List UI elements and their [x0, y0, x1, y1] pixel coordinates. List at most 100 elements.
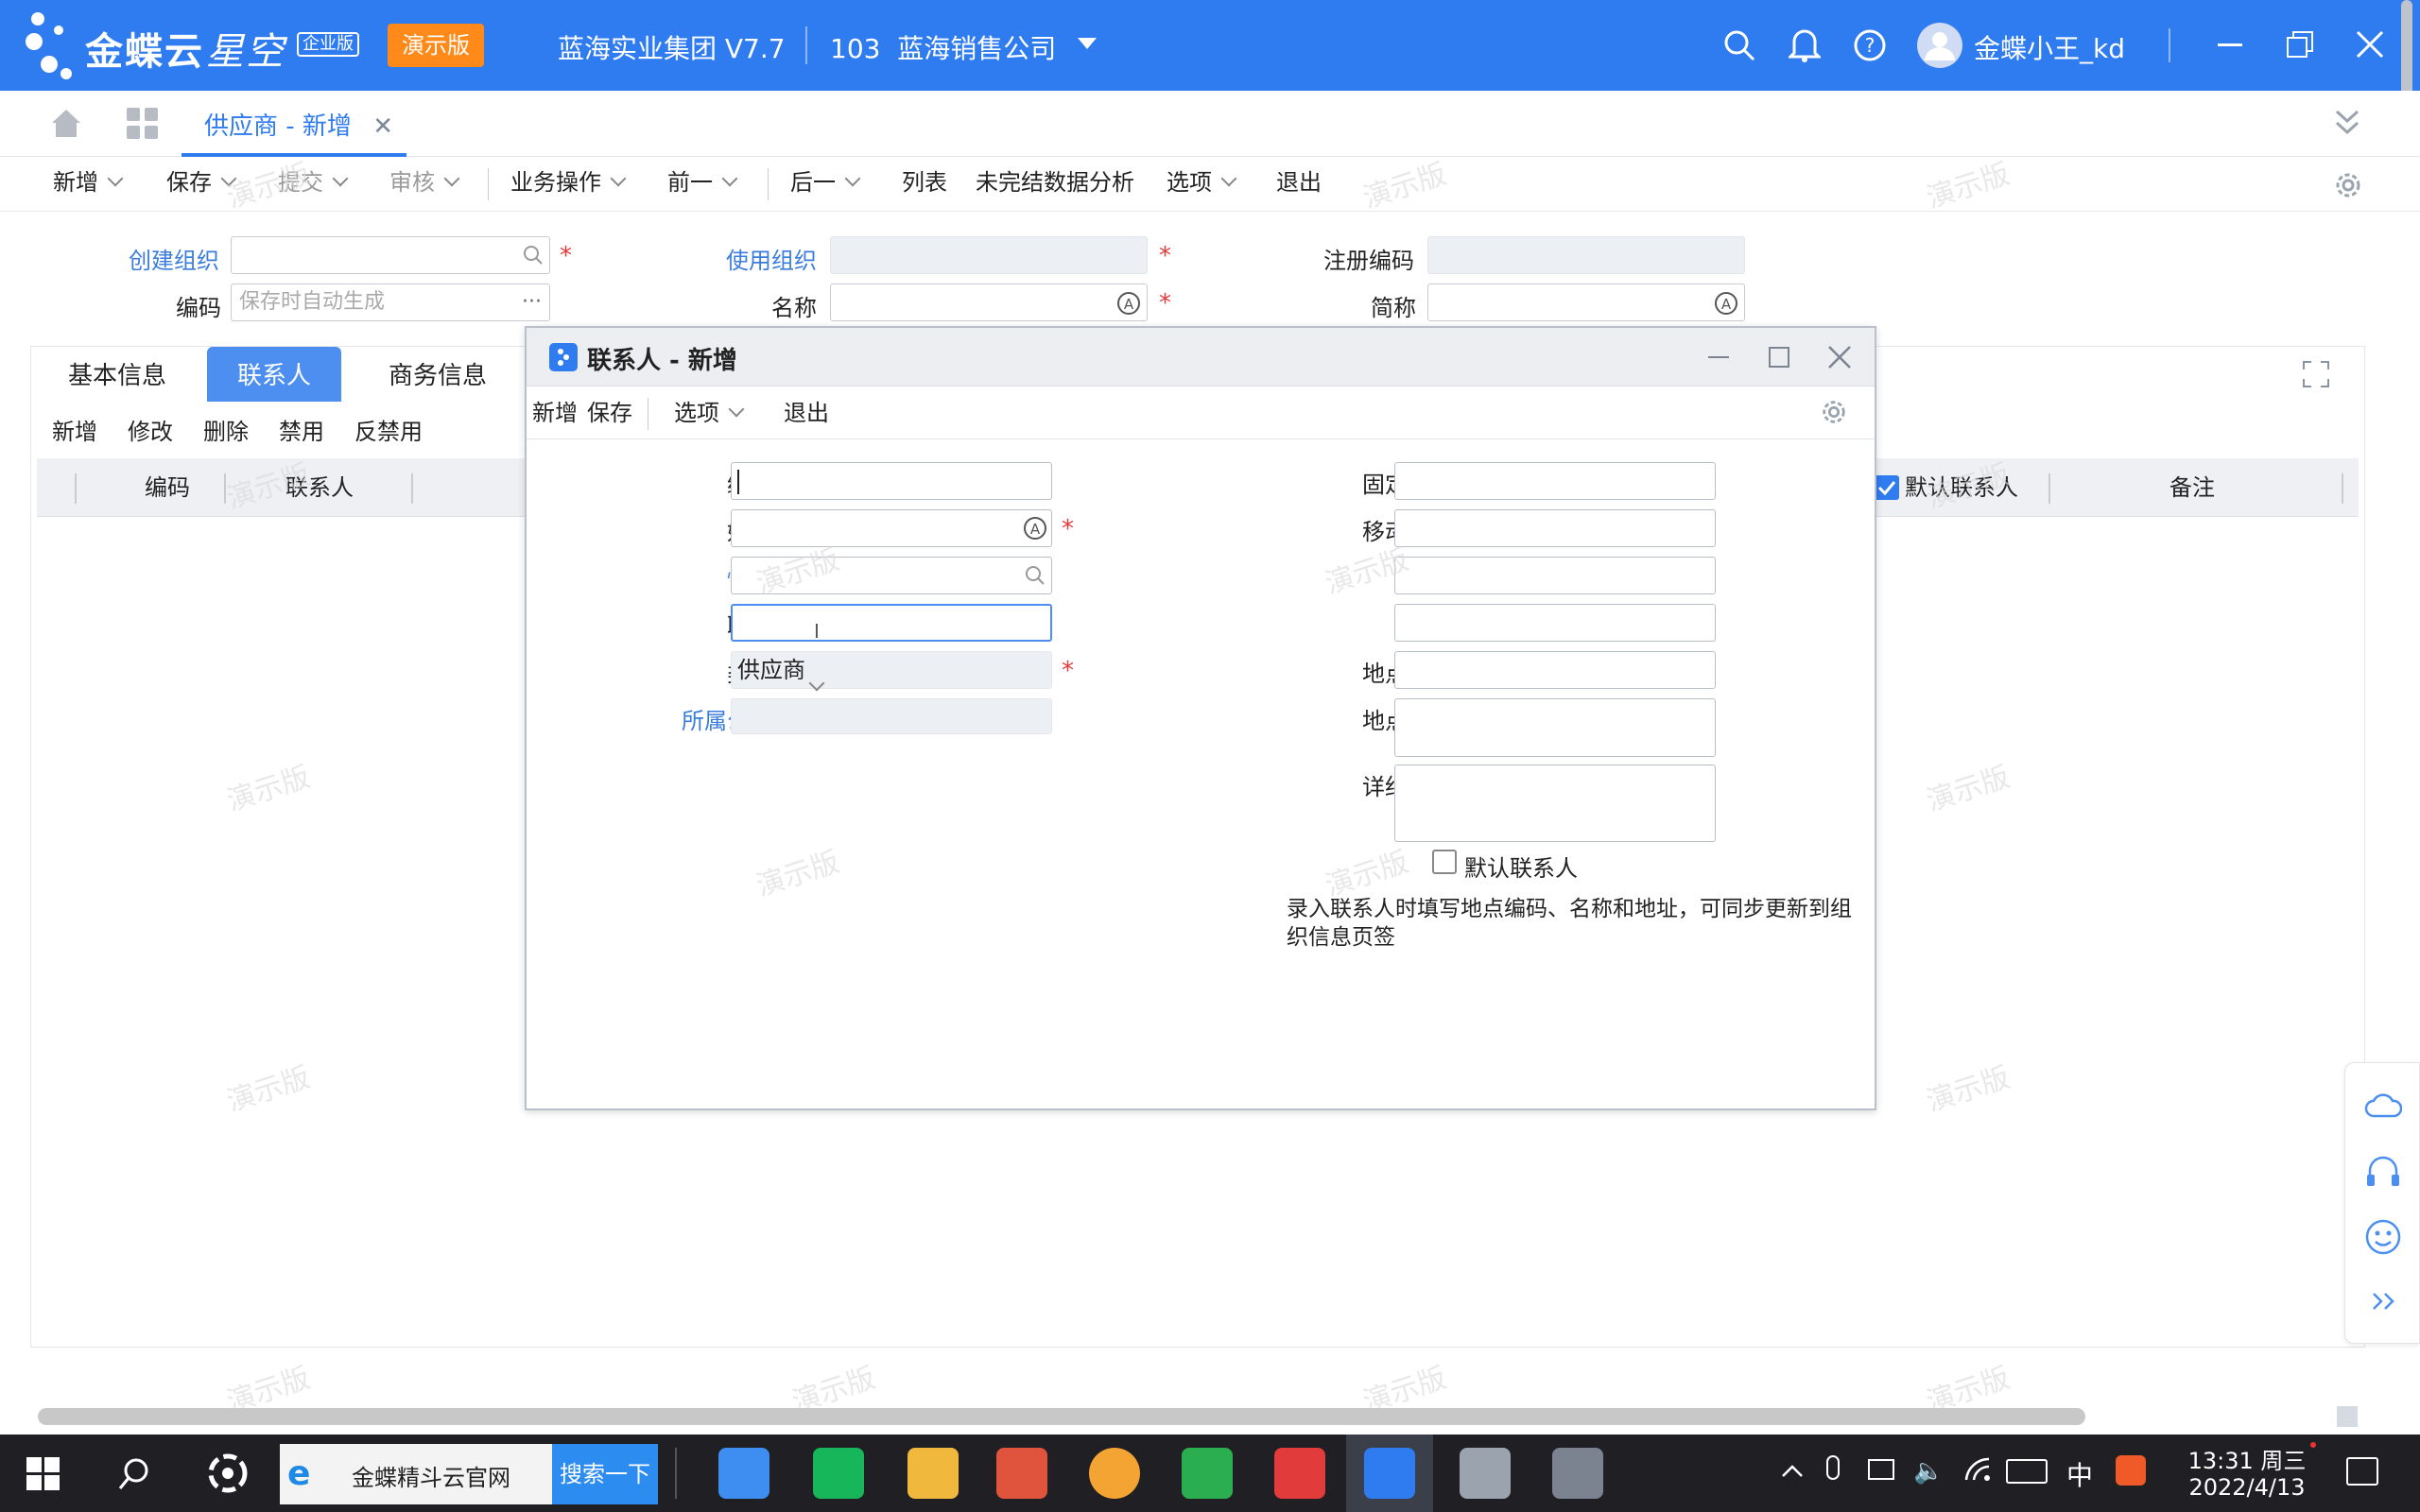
unfinished-analysis-button[interactable]: 未完结数据分析	[976, 157, 1134, 212]
browser-search-button[interactable]: 搜索一下	[552, 1444, 658, 1504]
submit-button[interactable]: 提交	[278, 157, 349, 212]
contact-enable-button[interactable]: 反禁用	[354, 413, 423, 446]
multilang-icon[interactable]: A	[1023, 516, 1047, 541]
apps-grid-icon[interactable]	[127, 108, 159, 140]
location-name-input[interactable]	[1394, 698, 1716, 757]
tab-business-info[interactable]: 商务信息	[353, 347, 523, 402]
phone-input[interactable]	[1394, 462, 1716, 500]
contact-delete-button[interactable]: 删除	[203, 413, 249, 446]
multilang-icon[interactable]: A	[1714, 291, 1738, 316]
dialog-close-icon[interactable]	[1827, 345, 1852, 369]
company-name[interactable]: 蓝海实业集团 V7.7	[558, 28, 786, 66]
prev-button[interactable]: 前一	[667, 157, 738, 212]
wps-office-icon[interactable]	[1274, 1448, 1325, 1499]
address-input[interactable]	[1394, 765, 1716, 842]
dialog-new-button[interactable]: 新增	[532, 387, 578, 439]
search-icon[interactable]	[1025, 565, 1046, 586]
tab-basic-info[interactable]: 基本信息	[37, 347, 198, 402]
app-swirl-icon[interactable]	[206, 1452, 250, 1495]
help-icon[interactable]: ?	[1853, 28, 1887, 62]
clock-date[interactable]: 2022/4/13	[2186, 1474, 2308, 1501]
expand-double-chevron-icon[interactable]	[2370, 1290, 2398, 1313]
column-contact[interactable]: 联系人	[228, 458, 411, 517]
business-ops-button[interactable]: 业务操作	[510, 157, 627, 212]
name-field[interactable]: A	[830, 284, 1148, 321]
short-name-field[interactable]: A	[1427, 284, 1745, 321]
ime-indicator[interactable]: 中	[2066, 1455, 2093, 1493]
collapse-tabs-icon[interactable]	[2333, 108, 2361, 136]
user-name[interactable]: 金蝶小王_kd	[1974, 28, 2125, 66]
user-avatar[interactable]	[1917, 23, 1962, 68]
multilang-icon[interactable]: A	[1116, 291, 1141, 316]
contact-name-input[interactable]: A	[731, 509, 1052, 547]
dialog-exit-button[interactable]: 退出	[784, 387, 829, 439]
feishu-icon[interactable]	[718, 1448, 769, 1499]
active-app-highlight[interactable]	[1346, 1435, 1433, 1512]
code-field[interactable]: 保存时自动生成 ···	[231, 284, 550, 321]
type-select[interactable]: 供应商	[731, 651, 1052, 692]
job-title-input[interactable]: I	[731, 604, 1052, 643]
dialog-settings-gear-icon[interactable]	[1820, 398, 1848, 426]
iqiyi-icon[interactable]	[813, 1448, 864, 1499]
contact-code-input[interactable]	[731, 462, 1052, 500]
file-explorer-icon[interactable]	[908, 1448, 959, 1499]
horizontal-scrollbar[interactable]	[38, 1408, 2085, 1425]
options-button[interactable]: 选项	[1167, 157, 1237, 212]
location-code-input[interactable]	[1394, 651, 1716, 689]
restore-icon[interactable]	[2286, 30, 2314, 59]
tab-supplier-new[interactable]: 供应商 - 新增 ✕	[182, 91, 406, 157]
settings-gear-icon[interactable]	[2333, 170, 2363, 200]
volume-icon[interactable]: 🔈	[1913, 1457, 1944, 1486]
more-icon[interactable]: ···	[522, 284, 542, 320]
default-contact-label[interactable]: 默认联系人	[1464, 850, 1578, 883]
default-contact-checkbox[interactable]	[1875, 475, 1899, 500]
wechat-icon[interactable]	[1182, 1448, 1233, 1499]
sogou-ime-icon[interactable]	[2116, 1455, 2146, 1486]
exit-button[interactable]: 退出	[1276, 157, 1322, 212]
next-button[interactable]: 后一	[790, 157, 861, 212]
contact-edit-button[interactable]: 修改	[128, 413, 173, 446]
email-input[interactable]	[1394, 604, 1716, 642]
create-org-label[interactable]: 创建组织	[129, 242, 219, 275]
tab-close-icon[interactable]: ✕	[372, 112, 393, 141]
column-remark[interactable]: 备注	[2050, 458, 2334, 517]
save-button[interactable]: 保存	[166, 157, 237, 212]
notification-bell-icon[interactable]	[1789, 26, 1821, 62]
default-contact-checkbox[interactable]	[1432, 850, 1457, 874]
headset-icon[interactable]	[2364, 1154, 2402, 1192]
app-icon[interactable]	[1460, 1448, 1511, 1499]
new-button[interactable]: 新增	[53, 157, 124, 212]
app-tiles-icon[interactable]	[996, 1448, 1047, 1499]
home-icon[interactable]	[49, 106, 83, 140]
microphone-icon[interactable]	[1826, 1455, 1840, 1480]
app-icon[interactable]	[1552, 1448, 1603, 1499]
gender-input[interactable]	[731, 557, 1052, 594]
windows-start-icon[interactable]	[26, 1457, 60, 1491]
browser-search-box[interactable]: e 金蝶精斗云官网	[280, 1444, 552, 1504]
colorful-app-icon[interactable]	[1089, 1448, 1140, 1499]
scrollbar-end-cap[interactable]	[2337, 1406, 2358, 1427]
audit-button[interactable]: 审核	[389, 157, 460, 212]
list-button[interactable]: 列表	[902, 157, 947, 212]
dialog-options-button[interactable]: 选项	[674, 387, 745, 439]
contact-disable-button[interactable]: 禁用	[279, 413, 324, 446]
org-selector[interactable]: 103 蓝海销售公司	[830, 28, 1056, 66]
tray-overflow-icon[interactable]	[1781, 1463, 1804, 1478]
dialog-title-bar[interactable]: 联系人 - 新增	[527, 328, 1875, 387]
contact-new-button[interactable]: 新增	[52, 413, 97, 446]
create-org-field[interactable]	[231, 236, 550, 274]
minimize-icon[interactable]	[2218, 43, 2242, 46]
maximize-panel-icon[interactable]	[2302, 360, 2330, 388]
smiley-icon[interactable]	[2364, 1218, 2402, 1256]
column-default-contact[interactable]: 默认联系人	[1905, 458, 2047, 517]
search-icon[interactable]	[523, 245, 544, 266]
wifi-icon[interactable]	[1962, 1455, 1991, 1482]
action-center-icon[interactable]	[2346, 1457, 2378, 1486]
search-icon[interactable]	[1722, 28, 1756, 62]
org-dropdown-icon[interactable]	[1078, 38, 1097, 51]
dialog-minimize-icon[interactable]	[1708, 356, 1729, 358]
dialog-save-button[interactable]: 保存	[587, 387, 632, 439]
cloud-icon[interactable]	[2364, 1091, 2402, 1120]
mobile-input[interactable]	[1394, 509, 1716, 547]
close-icon[interactable]	[2356, 30, 2384, 59]
